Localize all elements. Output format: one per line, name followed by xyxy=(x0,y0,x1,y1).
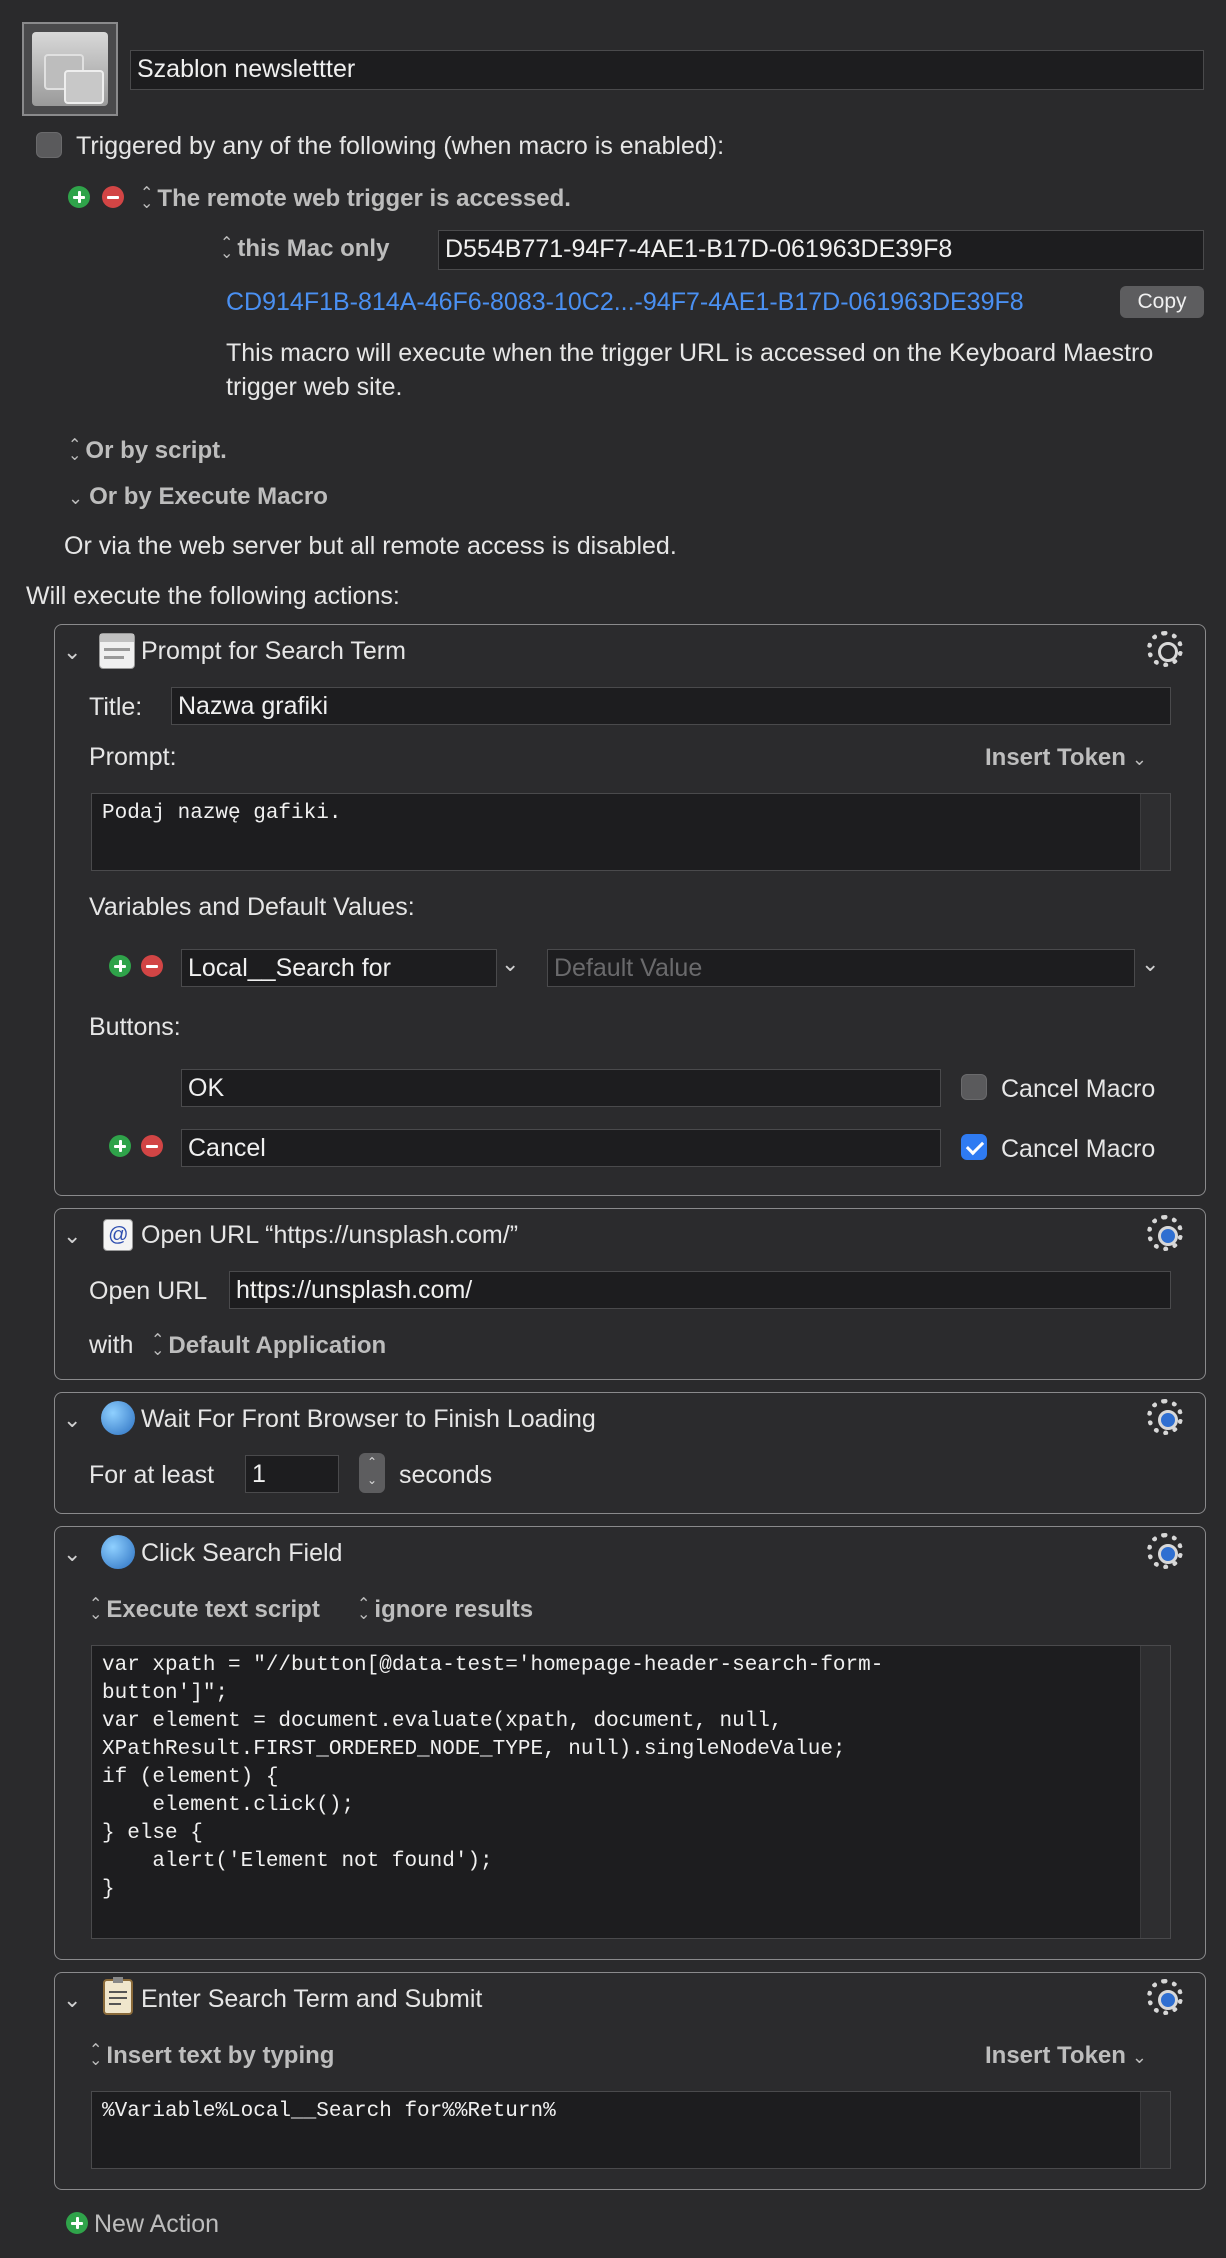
trigger-url-link[interactable]: CD914F1B-814A-46F6-8083-10C2...-94F7-4AE… xyxy=(226,288,1024,317)
prompt-label: Prompt: xyxy=(89,743,177,771)
button2-cancel-label: Cancel Macro xyxy=(1001,1135,1156,1163)
remote-trigger-type[interactable]: ⌃ ⌄ The remote web trigger is accessed. xyxy=(140,184,571,213)
gear-icon[interactable] xyxy=(1147,1979,1183,2015)
with-label: with xyxy=(89,1331,134,1359)
up-down-icon: ⌃ ⌄ xyxy=(89,1596,103,1624)
chevron-down-icon[interactable]: ⌄ xyxy=(1141,951,1159,977)
gear-icon[interactable] xyxy=(1147,1533,1183,1569)
trigger-scope-popup[interactable]: ⌃ ⌄ this Mac only xyxy=(220,234,389,263)
gear-icon[interactable] xyxy=(1147,1215,1183,1251)
add-icon[interactable] xyxy=(109,1135,131,1157)
seconds-field[interactable]: 1 xyxy=(245,1455,339,1493)
scrollbar[interactable] xyxy=(1140,794,1170,870)
text-to-type-textarea[interactable]: %Variable%Local__Search for%%Return% xyxy=(91,2091,1171,2169)
gear-icon[interactable] xyxy=(1147,1399,1183,1435)
scrollbar[interactable] xyxy=(1140,1646,1170,1938)
button2-field[interactable]: Cancel xyxy=(181,1129,941,1167)
macro-name-field[interactable]: Szablon newslettter xyxy=(130,50,1204,90)
window-icon xyxy=(99,633,135,669)
add-icon[interactable] xyxy=(66,2212,88,2234)
seconds-label: seconds xyxy=(399,1461,493,1489)
variables-label: Variables and Default Values: xyxy=(89,893,415,921)
insert-token-menu[interactable]: Insert Token ⌄ xyxy=(985,743,1147,772)
text-to-type: %Variable%Local__Search for%%Return% xyxy=(102,2100,556,2123)
chevron-down-icon[interactable]: ⌄ xyxy=(63,1223,81,1249)
or-by-script-toggle[interactable]: ⌃ ⌄ Or by script. xyxy=(68,436,227,465)
chevron-down-icon: ⌄ xyxy=(1131,2047,1148,2067)
globe-icon xyxy=(101,1401,135,1435)
clipboard-icon xyxy=(103,1977,133,2015)
new-action-button[interactable]: New Action xyxy=(94,2210,219,2239)
title-field[interactable]: Nazwa grafiki xyxy=(171,687,1171,725)
action-enter-search[interactable]: ⌄ Enter Search Term and Submit ⌃ ⌄ Insert … xyxy=(54,1972,1206,2190)
up-down-icon: ⌃ ⌄ xyxy=(140,185,154,213)
execute-mode-popup[interactable]: ⌃ ⌄ Execute text script xyxy=(89,1595,320,1624)
trigger-uuid-field[interactable]: D554B771-94F7-4AE1-B17D-061963DE39F8 xyxy=(438,230,1204,270)
action-title: Wait For Front Browser to Finish Loading xyxy=(141,1405,596,1433)
action-title: Open URL “https://unsplash.com/” xyxy=(141,1221,519,1249)
chevron-down-icon[interactable]: ⌄ xyxy=(501,951,519,977)
scrollbar[interactable] xyxy=(1140,2092,1170,2168)
chevron-down-icon: ⌄ xyxy=(1131,749,1148,769)
globe-icon xyxy=(101,1535,135,1569)
up-down-icon: ⌃ ⌄ xyxy=(68,437,82,465)
variable-name-field[interactable]: Local__Search for xyxy=(181,949,497,987)
application-popup[interactable]: ⌃ ⌄ Default Application xyxy=(151,1331,386,1360)
action-title: Click Search Field xyxy=(141,1539,343,1567)
for-at-least-label: For at least xyxy=(89,1461,215,1489)
action-wait[interactable]: ⌄ Wait For Front Browser to Finish Loadi… xyxy=(54,1392,1206,1514)
up-down-icon: ⌃ ⌄ xyxy=(220,235,234,263)
chevron-down-icon[interactable]: ⌄ xyxy=(63,1407,81,1433)
insert-token-menu[interactable]: Insert Token ⌄ xyxy=(985,2041,1147,2070)
remove-icon[interactable] xyxy=(141,955,163,977)
chevron-down-icon[interactable]: ⌄ xyxy=(63,1987,81,2013)
results-popup[interactable]: ⌃ ⌄ ignore results xyxy=(357,1595,533,1624)
at-sign-icon: @ xyxy=(103,1219,133,1251)
remove-icon[interactable] xyxy=(141,1135,163,1157)
up-down-icon: ⌃ ⌄ xyxy=(89,2042,103,2070)
copy-button[interactable]: Copy xyxy=(1120,286,1204,318)
buttons-label: Buttons: xyxy=(89,1013,181,1041)
button2-cancel-checkbox[interactable] xyxy=(961,1134,987,1160)
seconds-stepper[interactable]: ⌃ ⌄ xyxy=(359,1453,385,1493)
insert-mode-popup[interactable]: ⌃ ⌄ Insert text by typing xyxy=(89,2041,334,2070)
add-icon[interactable] xyxy=(109,955,131,977)
action-prompt[interactable]: ⌄ Prompt for Search Term Title: Nazwa gr… xyxy=(54,624,1206,1196)
chevron-down-icon: ⌄ xyxy=(68,488,84,508)
action-title: Enter Search Term and Submit xyxy=(141,1985,483,2013)
open-url-label: Open URL xyxy=(89,1277,208,1305)
gear-icon[interactable] xyxy=(1147,631,1183,667)
or-by-execute-toggle[interactable]: ⌄ Or by Execute Macro xyxy=(68,482,328,511)
prompt-textarea[interactable]: Podaj nazwę gafiki. xyxy=(91,793,1171,871)
up-down-icon: ⌃ ⌄ xyxy=(151,1332,165,1360)
url-field[interactable]: https://unsplash.com/ xyxy=(229,1271,1171,1309)
trigger-enabled-checkbox[interactable] xyxy=(36,132,62,158)
script-text: var xpath = "//button[@data-test='homepa… xyxy=(102,1654,884,1901)
actions-header: Will execute the following actions: xyxy=(26,582,400,610)
button1-cancel-label: Cancel Macro xyxy=(1001,1075,1156,1103)
action-open-url[interactable]: ⌄ @ Open URL “https://unsplash.com/” Ope… xyxy=(54,1208,1206,1380)
prompt-text: Podaj nazwę gafiki. xyxy=(102,802,342,825)
web-server-note: Or via the web server but all remote acc… xyxy=(64,532,677,560)
triggers-header: Triggered by any of the following (when … xyxy=(76,132,725,160)
action-click-search[interactable]: ⌄ Click Search Field ⌃ ⌄ Execute text scri… xyxy=(54,1526,1206,1960)
up-down-icon: ⌃ ⌄ xyxy=(357,1596,371,1624)
action-title: Prompt for Search Term xyxy=(141,637,406,665)
script-textarea[interactable]: var xpath = "//button[@data-test='homepa… xyxy=(91,1645,1171,1939)
chevron-down-icon[interactable]: ⌄ xyxy=(63,1541,81,1567)
default-value-field[interactable]: Default Value xyxy=(547,949,1135,987)
chevron-down-icon[interactable]: ⌄ xyxy=(63,639,81,665)
trigger-description: This macro will execute when the trigger… xyxy=(226,339,1154,401)
button1-cancel-checkbox[interactable] xyxy=(961,1074,987,1100)
title-label: Title: xyxy=(89,693,143,721)
remove-icon[interactable] xyxy=(102,186,124,208)
button1-field[interactable]: OK xyxy=(181,1069,941,1107)
add-icon[interactable] xyxy=(68,186,90,208)
macro-icon[interactable] xyxy=(22,22,118,116)
